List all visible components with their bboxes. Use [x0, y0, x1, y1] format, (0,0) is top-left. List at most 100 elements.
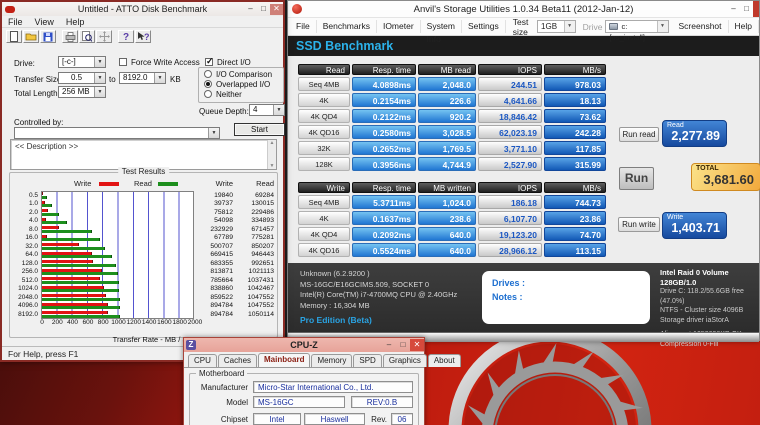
controlled-by-select[interactable]: ▼ — [14, 127, 220, 139]
x-axis-ticks: 0 200 400 600 800 1000 1200 1400 1600 1800 2000 — [13, 319, 275, 327]
run-button[interactable]: Run — [619, 167, 654, 190]
cell-value: 744.73 — [544, 195, 606, 209]
cell-value: 6,107.70 — [478, 211, 542, 225]
menu-view[interactable]: View — [35, 17, 54, 27]
drives-notes-box[interactable]: Drives : Notes : — [482, 271, 650, 324]
maximize-button[interactable]: □ — [257, 4, 270, 15]
drive-select[interactable]: [-c-] ▼ — [58, 56, 106, 68]
toolbar-menu-iometer[interactable]: IOmeter — [377, 20, 421, 33]
force-write-access-checkbox[interactable]: Force Write Access — [119, 58, 200, 67]
x-axis-tick: 1800 — [172, 318, 187, 326]
write-column-header: Write — [215, 179, 233, 188]
start-button[interactable]: Start — [234, 123, 285, 136]
read-bar — [42, 246, 106, 250]
toolbar-menu-file[interactable]: File — [290, 20, 317, 33]
overlapped-io-radio[interactable]: Overlapped I/O — [204, 80, 283, 90]
scroll-down-icon: ▼ — [269, 163, 275, 169]
cell-value: 28,966.12 — [478, 243, 542, 257]
print-icon[interactable] — [62, 30, 78, 43]
y-axis-tick: 1024.0 — [18, 285, 38, 293]
motherboard-group-title: Motherboard — [196, 369, 248, 378]
toolbar-menu-screenshot[interactable]: Screenshot — [673, 20, 729, 33]
x-axis-tick: 0 — [40, 318, 44, 326]
transfer-to-select[interactable]: 8192.0 ▼ — [119, 72, 166, 84]
description-input[interactable]: << Description >> ▲ ▼ — [10, 139, 277, 170]
move-icon[interactable] — [96, 30, 112, 43]
cpuz-window: Z CPU-Z – □ ✕ CPU Caches Mainboard Memory SP… — [183, 337, 461, 425]
toolbar-menu-help[interactable]: Help — [729, 20, 759, 33]
maximize-button[interactable]: □ — [740, 4, 753, 15]
chart-row: 128.0 683355 992651 — [13, 259, 275, 268]
cpuz-titlebar[interactable]: Z CPU-Z – □ ✕ — [184, 338, 424, 352]
queue-depth-select[interactable]: 4 ▼ — [249, 104, 285, 116]
scrollbar[interactable]: ▲ ▼ — [267, 140, 276, 169]
anvil-titlebar[interactable]: Anvil's Storage Utilities 1.0.34 Beta11 … — [288, 1, 759, 17]
tab-caches[interactable]: Caches — [217, 354, 258, 367]
minimize-button[interactable]: – — [727, 4, 740, 15]
maximize-button[interactable]: □ — [396, 339, 410, 351]
chevron-down-icon: ▼ — [94, 73, 105, 83]
close-button[interactable]: ✕ — [270, 3, 283, 15]
chart-row: 256.0 813871 1021113 — [13, 268, 275, 277]
atto-titlebar[interactable]: Untitled - ATTO Disk Benchmark – □ ✕ — [2, 2, 283, 16]
tab-about[interactable]: About — [427, 354, 461, 367]
write-value: 894784 — [210, 310, 233, 318]
cell-value: 315.99 — [544, 157, 606, 171]
write-bar — [42, 260, 93, 264]
manufacturer-value: Micro-Star International Co., Ltd. — [253, 381, 413, 393]
menu-help[interactable]: Help — [66, 17, 85, 27]
close-button[interactable]: ✕ — [410, 339, 424, 351]
save-icon[interactable] — [40, 30, 56, 43]
menu-file[interactable]: File — [8, 17, 23, 27]
read-bar — [42, 204, 52, 208]
transfer-from-select[interactable]: 0.5 ▼ — [58, 72, 106, 84]
test-size-select[interactable]: 1GB ▼ — [537, 20, 576, 33]
neither-radio[interactable]: Neither — [204, 90, 283, 100]
close-button[interactable] — [753, 1, 759, 17]
run-write-button[interactable]: Run write — [618, 217, 660, 232]
read-bar — [42, 255, 113, 259]
x-axis-tick: 800 — [97, 318, 109, 326]
drive-select[interactable]: c: [os_install] ▼ — [605, 20, 669, 42]
tab-cpu[interactable]: CPU — [188, 354, 217, 367]
help-icon[interactable]: ? — [118, 30, 134, 43]
tab-mainboard[interactable]: Mainboard — [258, 353, 311, 367]
minimize-button[interactable]: – — [244, 4, 257, 15]
chevron-down-icon: ▼ — [154, 73, 165, 83]
toolbar-menu-settings[interactable]: Settings — [462, 20, 506, 33]
atto-app-icon — [5, 5, 15, 13]
chart-row: 64.0 669415 946443 — [13, 251, 275, 260]
cell-value: 1,769.5 — [418, 141, 476, 155]
toolbar-menu-system-info[interactable]: System Info — [421, 20, 462, 44]
direct-io-checkbox[interactable]: Direct I/O — [205, 56, 251, 67]
toolbar-menu-benchmarks[interactable]: Benchmarks — [317, 20, 377, 33]
cpuz-tab-bar: CPU Caches Mainboard Memory SPD Graphics About — [184, 352, 461, 367]
y-axis-tick: 0.5 — [28, 191, 38, 199]
new-icon[interactable] — [6, 30, 22, 43]
row-label: 32K — [298, 141, 350, 155]
read-bar — [42, 212, 60, 216]
read-value: 334893 — [251, 217, 274, 225]
run-read-button[interactable]: Run read — [619, 127, 659, 142]
tab-graphics[interactable]: Graphics — [382, 354, 427, 367]
atto-window-title: Untitled - ATTO Disk Benchmark — [77, 4, 208, 14]
write-value: 813871 — [210, 268, 233, 276]
read-value: 1021113 — [248, 268, 274, 276]
benchmark-row: 4K 0.2154ms 226.6 4,641.66 18.13 — [298, 93, 608, 109]
tab-spd[interactable]: SPD — [353, 354, 382, 367]
anvil-app-icon — [292, 4, 302, 14]
open-icon[interactable] — [23, 30, 39, 43]
row-label: Seq 4MB — [298, 195, 350, 209]
y-axis-tick: 512.0 — [21, 276, 38, 284]
cell-value: 640.0 — [418, 243, 476, 257]
tab-memory[interactable]: Memory — [311, 354, 353, 367]
minimize-button[interactable]: – — [382, 339, 396, 351]
x-axis-tick: 1600 — [157, 318, 172, 326]
total-length-select[interactable]: 256 MB ▼ — [58, 86, 106, 98]
context-help-icon[interactable]: ? — [135, 30, 151, 43]
io-comparison-radio[interactable]: I/O Comparison — [204, 70, 283, 80]
print-preview-icon[interactable] — [79, 30, 95, 43]
model-value: MS-16GC — [253, 396, 345, 408]
legend-read-label: Read — [134, 179, 152, 188]
write-value: 67789 — [214, 234, 233, 242]
